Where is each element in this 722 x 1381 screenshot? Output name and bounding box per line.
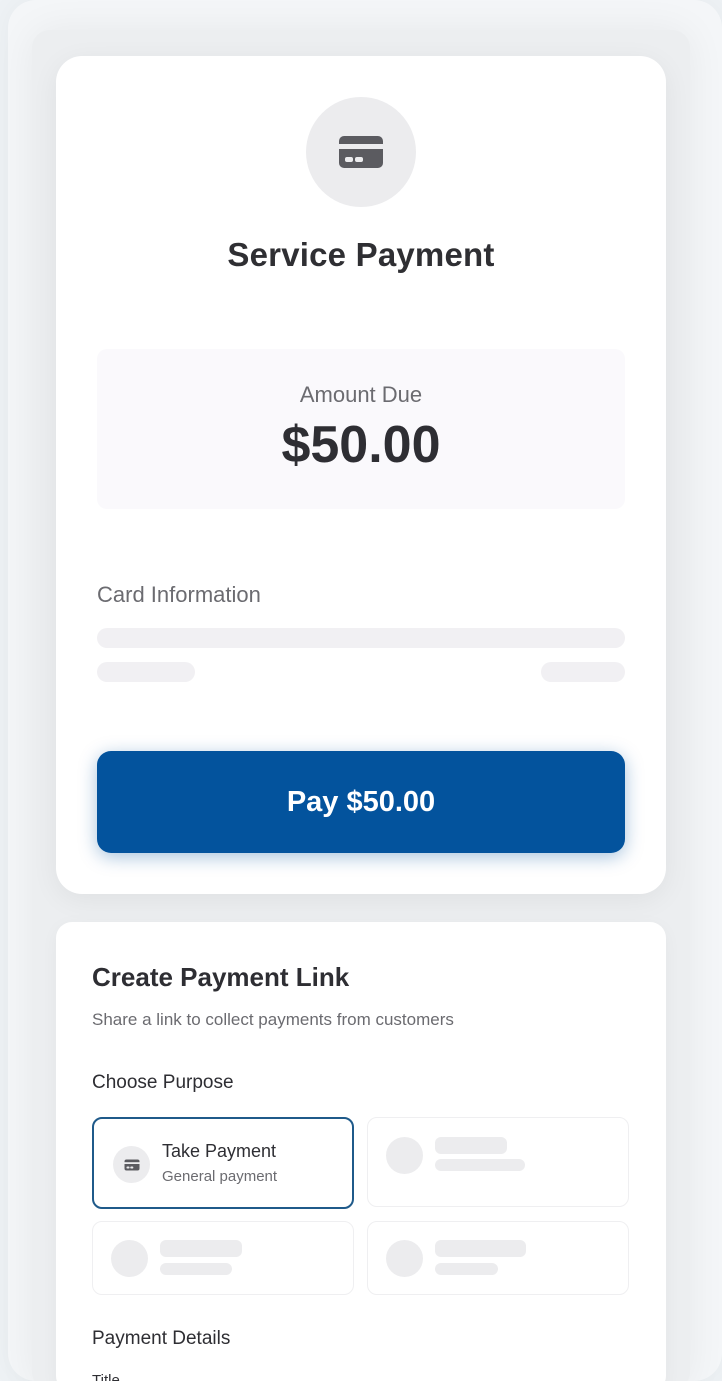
card-cvc-field-placeholder[interactable]: [541, 662, 625, 682]
option-icon-placeholder: [386, 1240, 423, 1277]
option-title-placeholder: [160, 1240, 242, 1257]
card-expiry-field-placeholder[interactable]: [97, 662, 195, 682]
payment-link-card: Create Payment Link Share a link to coll…: [56, 922, 666, 1381]
purpose-option-take-payment[interactable]: Take Payment General payment: [92, 1117, 354, 1209]
section-title: Create Payment Link: [92, 962, 350, 992]
option-subtitle-placeholder: [160, 1263, 232, 1275]
section-subtitle: Share a link to collect payments from cu…: [92, 1010, 454, 1029]
payment-card: Service Payment Amount Due $50.00 Card I…: [56, 56, 666, 894]
title-field-label: Title: [92, 1372, 120, 1381]
choose-purpose-label: Choose Purpose: [92, 1072, 234, 1093]
pay-button[interactable]: Pay $50.00: [97, 751, 625, 853]
purpose-option-placeholder[interactable]: [367, 1221, 629, 1295]
option-subtitle-placeholder: [435, 1159, 525, 1171]
option-title-placeholder: [435, 1137, 507, 1154]
option-icon-placeholder: [111, 1240, 148, 1277]
option-title: Take Payment: [162, 1141, 277, 1161]
card-information-label: Card Information: [97, 582, 261, 607]
option-title-placeholder: [435, 1240, 526, 1257]
amount-due-value: $50.00: [281, 416, 441, 474]
option-subtitle: General payment: [162, 1168, 278, 1185]
credit-card-icon: [339, 136, 383, 168]
payment-icon-badge: [306, 97, 416, 207]
amount-due-label: Amount Due: [299, 382, 423, 407]
credit-card-icon: [124, 1159, 139, 1170]
option-icon-placeholder: [386, 1137, 423, 1174]
purpose-option-placeholder[interactable]: [367, 1117, 629, 1207]
card-number-field-placeholder[interactable]: [97, 628, 625, 648]
option-subtitle-placeholder: [435, 1263, 498, 1275]
purpose-option-placeholder[interactable]: [92, 1221, 354, 1295]
amount-due-panel: Amount Due $50.00: [97, 349, 625, 509]
page-title: Service Payment: [227, 236, 495, 273]
payment-details-label: Payment Details: [92, 1328, 231, 1349]
option-icon-badge: [113, 1146, 150, 1183]
